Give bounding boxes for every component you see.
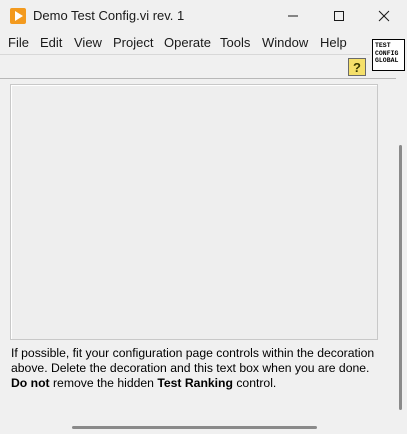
toolbar: ?: [0, 54, 370, 79]
vi-icon[interactable]: TEST CONFIG GLOBAL: [372, 39, 405, 71]
title-bar[interactable]: Demo Test Config.vi rev. 1: [0, 0, 407, 32]
menu-window[interactable]: Window: [262, 35, 308, 50]
window-title: Demo Test Config.vi rev. 1: [33, 8, 185, 23]
menu-bar: File Edit View Project Operate Tools Win…: [0, 32, 370, 52]
menu-help[interactable]: Help: [320, 35, 347, 50]
menu-tools[interactable]: Tools: [220, 35, 250, 50]
panel-decoration[interactable]: [10, 84, 378, 340]
note-line: If possible, fit your configuration page…: [11, 346, 375, 375]
vi-icon-line: GLOBAL: [375, 57, 399, 64]
menu-view[interactable]: View: [74, 35, 102, 50]
labview-run-icon: [10, 8, 26, 24]
menu-file[interactable]: File: [8, 35, 29, 50]
context-help-button[interactable]: ?: [348, 58, 366, 76]
vi-icon-line: TEST: [375, 42, 391, 49]
minimize-button[interactable]: [270, 0, 316, 32]
minimize-icon: [288, 15, 298, 17]
note-bold-testranking: Test Ranking: [157, 376, 233, 390]
vertical-scroll-thumb[interactable]: [399, 145, 402, 410]
maximize-button[interactable]: [316, 0, 362, 32]
instruction-text[interactable]: If possible, fit your configuration page…: [11, 346, 383, 391]
close-icon: [378, 10, 390, 22]
help-question-icon: ?: [353, 59, 361, 75]
note-end: control.: [232, 376, 277, 390]
note-bold-donot: Do not: [11, 376, 50, 390]
vi-icon-line: CONFIG: [375, 49, 399, 57]
menu-edit[interactable]: Edit: [40, 35, 62, 50]
maximize-icon: [334, 11, 344, 21]
menu-operate[interactable]: Operate: [164, 35, 211, 50]
note-mid: remove the hidden: [49, 376, 158, 390]
close-button[interactable]: [361, 0, 407, 32]
menu-project[interactable]: Project: [113, 35, 153, 50]
horizontal-scroll-thumb[interactable]: [72, 426, 317, 429]
